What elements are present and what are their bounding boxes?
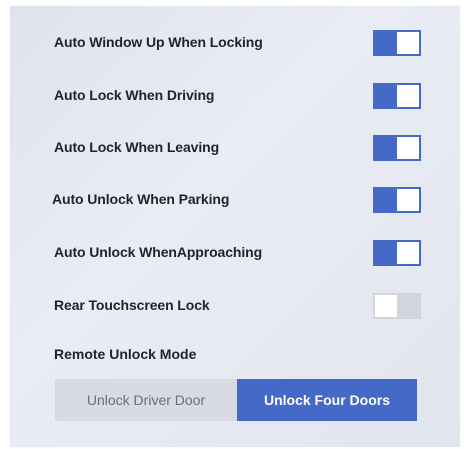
auto-unlock-parking-toggle[interactable] <box>373 187 421 213</box>
toggle-knob <box>397 32 419 54</box>
setting-row-auto-lock-driving: Auto Lock When Driving <box>10 81 460 111</box>
setting-label: Auto Unlock WhenApproaching <box>54 244 263 260</box>
unlock-four-doors-option[interactable]: Unlock Four Doors <box>237 379 417 421</box>
unlock-driver-door-option[interactable]: Unlock Driver Door <box>55 379 237 421</box>
rear-touchscreen-lock-toggle[interactable] <box>373 293 421 319</box>
setting-label: Auto Lock When Driving <box>54 87 215 103</box>
auto-unlock-approaching-toggle[interactable] <box>373 240 421 266</box>
toggle-knob <box>397 242 419 264</box>
setting-label: Auto Lock When Leaving <box>54 139 220 155</box>
auto-window-up-toggle[interactable] <box>373 30 421 56</box>
setting-row-auto-lock-leaving: Auto Lock When Leaving <box>10 133 460 163</box>
setting-label: Auto Window Up When Locking <box>54 34 263 50</box>
setting-row-auto-window-up: Auto Window Up When Locking <box>10 28 460 58</box>
auto-lock-leaving-toggle[interactable] <box>373 135 421 161</box>
toggle-knob <box>397 85 419 107</box>
remote-unlock-mode-selector: Unlock Driver Door Unlock Four Doors <box>55 379 417 421</box>
setting-label: Auto Unlock When Parking <box>52 191 230 207</box>
setting-row-auto-unlock-parking: Auto Unlock When Parking <box>10 185 460 215</box>
remote-unlock-mode-title: Remote Unlock Mode <box>54 346 197 362</box>
lock-settings-panel: Auto Window Up When Locking Auto Lock Wh… <box>10 6 460 447</box>
auto-lock-driving-toggle[interactable] <box>373 83 421 109</box>
toggle-knob <box>397 137 419 159</box>
setting-row-rear-touchscreen-lock: Rear Touchscreen Lock <box>10 291 460 321</box>
setting-row-auto-unlock-approaching: Auto Unlock WhenApproaching <box>10 238 460 268</box>
toggle-knob <box>375 295 397 317</box>
setting-label: Rear Touchscreen Lock <box>54 297 210 313</box>
toggle-knob <box>397 189 419 211</box>
